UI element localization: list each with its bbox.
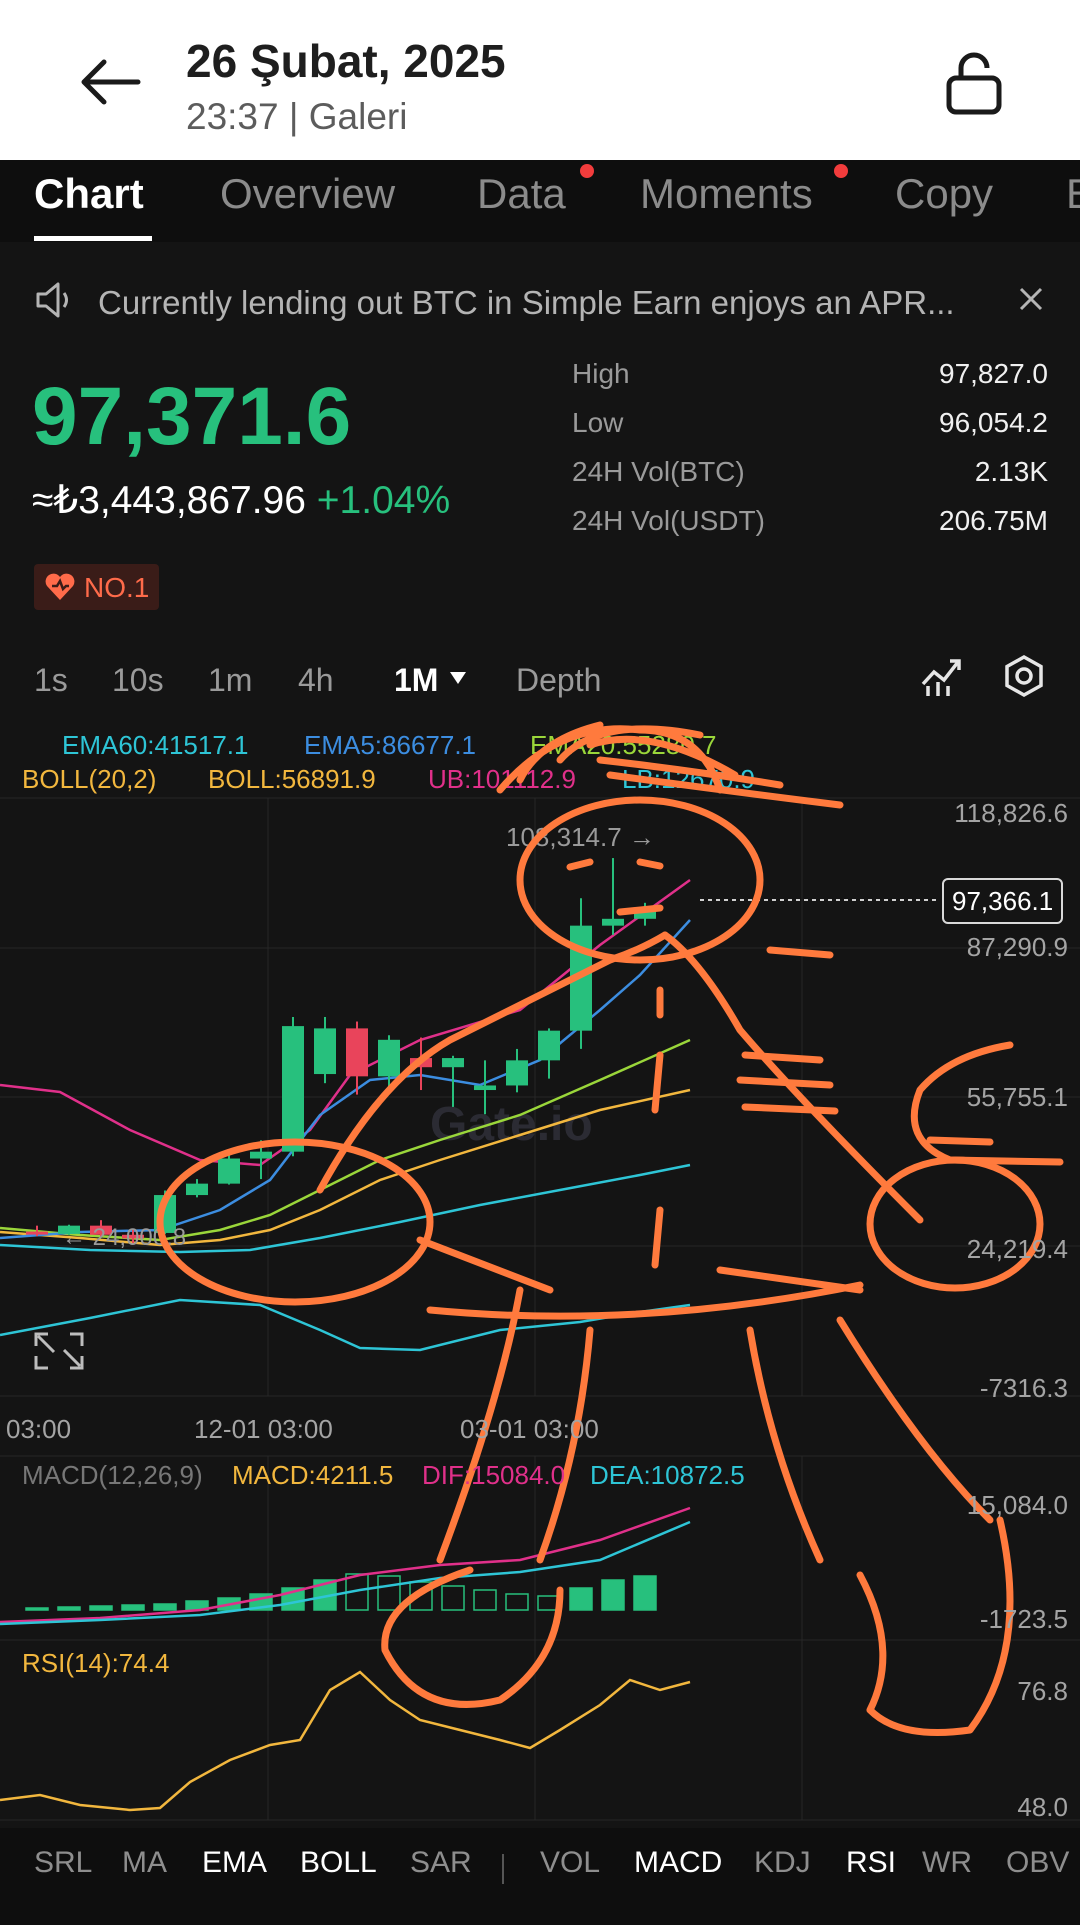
candle: [506, 1048, 528, 1093]
macd-bar: [25, 1607, 49, 1611]
candle-body: [250, 1151, 272, 1159]
candle-body: [506, 1060, 528, 1086]
indicator-boll[interactable]: BOLL: [300, 1846, 377, 1880]
y-axis-label-1: 118,826.6: [954, 798, 1068, 828]
indicator-divider: [502, 1854, 504, 1884]
macd-axis-bottom: -1723.5: [979, 1604, 1068, 1634]
macd-bar: [601, 1579, 625, 1611]
y-axis-label-5: -7316.3: [979, 1373, 1068, 1403]
rsi-axis-top: 76.8: [1017, 1676, 1068, 1706]
macd-value: MACD:4211.5: [232, 1460, 394, 1490]
x-axis-label-3: 03-01 03:00: [460, 1414, 599, 1444]
candle-body: [442, 1058, 464, 1068]
indicator-rsi[interactable]: RSI: [846, 1846, 896, 1880]
macd-panel: [0, 1506, 691, 1626]
candle-body: [346, 1028, 368, 1077]
macd-bar: [377, 1575, 401, 1611]
candle-body: [282, 1026, 304, 1152]
indicator-ema[interactable]: EMA: [202, 1846, 267, 1880]
price-chart[interactable]: Gate.io 108,314.7 → ← 24,000.8: [0, 0, 1080, 1925]
candle-body: [538, 1030, 560, 1061]
macd-title: MACD(12,26,9): [22, 1460, 203, 1490]
y-axis-label-3: 55,755.1: [966, 1082, 1068, 1112]
macd-axis-top: 15,084.0: [966, 1490, 1068, 1520]
candle: [314, 1016, 336, 1084]
candle: [186, 1179, 208, 1198]
candle: [538, 1028, 560, 1079]
dif-value: DIF:15084.0: [422, 1460, 566, 1490]
indicator-macd[interactable]: MACD: [634, 1846, 722, 1880]
expand-icon[interactable]: [34, 1332, 84, 1370]
macd-bar: [441, 1585, 465, 1611]
indicator-sar[interactable]: SAR: [410, 1846, 472, 1880]
x-axis-label-1: 03:00: [6, 1414, 72, 1444]
indicator-kdj[interactable]: KDJ: [754, 1846, 811, 1880]
indicator-srl[interactable]: SRL: [34, 1846, 92, 1880]
macd-bar: [89, 1605, 113, 1611]
macd-bar: [473, 1589, 497, 1611]
boll-mid-line: [0, 1088, 691, 1247]
indicator-ma[interactable]: MA: [122, 1846, 167, 1880]
macd-bar: [121, 1604, 145, 1611]
rsi-title: RSI(14):74.4: [22, 1648, 170, 1678]
macd-bar: [633, 1575, 657, 1611]
dea-value: DEA:10872.5: [590, 1460, 745, 1490]
rsi-panel: [0, 1670, 691, 1812]
y-axis-label-2: 87,290.9: [966, 932, 1068, 962]
candle-body: [186, 1183, 208, 1196]
indicator-vol[interactable]: VOL: [540, 1846, 600, 1880]
candle-body: [218, 1158, 240, 1184]
candle: [602, 858, 624, 935]
candle: [282, 1016, 304, 1157]
candle-body: [474, 1085, 496, 1091]
macd-bar: [57, 1606, 81, 1611]
rsi-line: [0, 1670, 691, 1812]
candle-body: [378, 1039, 400, 1077]
macd-bar: [505, 1593, 529, 1611]
rsi-axis-bottom: 48.0: [1017, 1792, 1068, 1822]
indicator-wr[interactable]: WR: [922, 1846, 972, 1880]
candle-body: [314, 1028, 336, 1075]
last-price-tag: 97,366.1: [942, 878, 1064, 924]
candle-body: [602, 918, 624, 926]
watermark-text: Gate.io: [430, 1098, 593, 1151]
macd-bar: [569, 1587, 593, 1611]
candle-body: [26, 1231, 48, 1235]
candles: [26, 858, 656, 1244]
macd-bar: [153, 1603, 177, 1611]
indicator-obv[interactable]: OBV: [1006, 1846, 1069, 1880]
x-axis-label-2: 12-01 03:00: [194, 1414, 333, 1444]
y-axis-label-4: 24,219.4: [966, 1234, 1068, 1264]
